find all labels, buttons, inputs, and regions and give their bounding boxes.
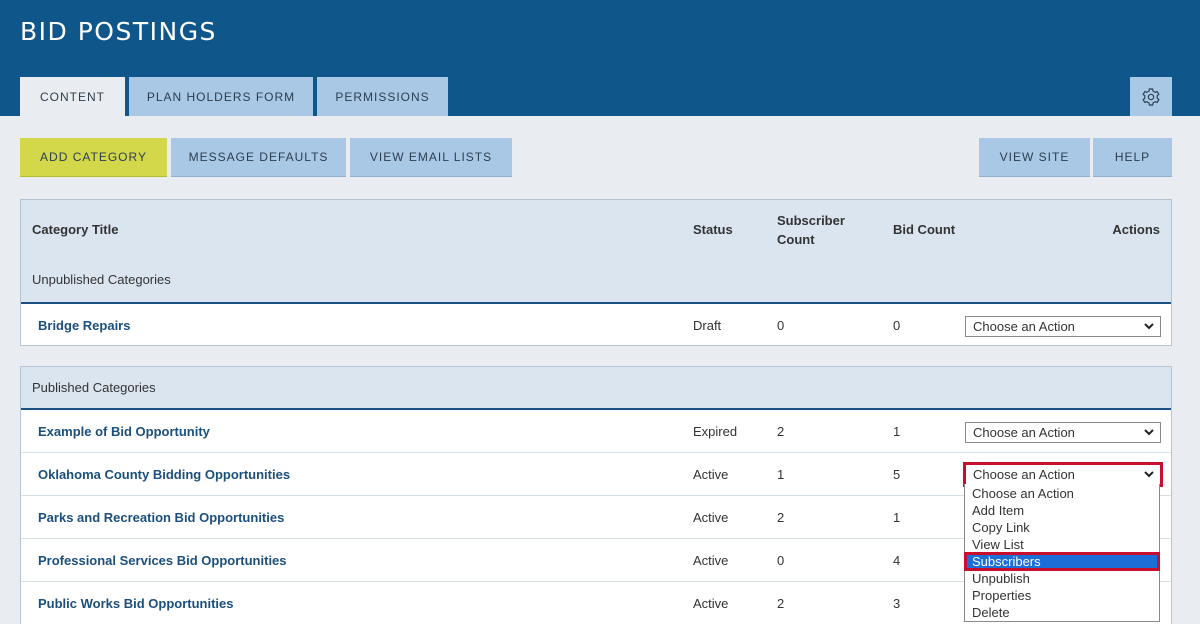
subscriber-count-cell: 1: [777, 467, 785, 482]
status-cell: Expired: [693, 424, 738, 439]
gear-icon: [1142, 87, 1160, 106]
tab-permissions[interactable]: PERMISSIONS: [317, 77, 448, 116]
chevron-down-icon: [1144, 471, 1154, 478]
action-option-subscribers[interactable]: Subscribers: [964, 552, 1160, 571]
status-cell: Active: [693, 596, 729, 611]
status-cell: Active: [693, 510, 729, 525]
action-select-value: Choose an Action: [973, 467, 1075, 482]
bid-count-cell: 3: [893, 596, 901, 611]
app-header: BID POSTINGS CONTENT PLAN HOLDERS FORM P…: [0, 0, 1200, 117]
table-header: Category Title Status Subscriber Count B…: [21, 200, 1171, 304]
column-header-title: Category Title: [32, 222, 119, 237]
message-defaults-button[interactable]: MESSAGE DEFAULTS: [171, 138, 346, 177]
subscriber-count-cell: 2: [777, 510, 785, 525]
published-section-label: Published Categories: [32, 380, 156, 395]
category-title-link[interactable]: Example of Bid Opportunity: [38, 410, 210, 453]
table-row: Bridge Repairs Draft 0 0 Choose an Actio…: [21, 304, 1171, 347]
status-cell: Active: [693, 467, 729, 482]
bid-count-cell: 5: [893, 467, 901, 482]
view-email-lists-button[interactable]: VIEW EMAIL LISTS: [350, 138, 512, 177]
subscriber-count-cell: 0: [777, 318, 785, 333]
bid-count-cell: 0: [893, 318, 901, 333]
column-header-bid-count: Bid Count: [893, 222, 956, 237]
table-row: Example of Bid Opportunity Expired 2 1 C…: [21, 410, 1171, 453]
help-button[interactable]: HELP: [1093, 138, 1172, 177]
unpublished-section-label: Unpublished Categories: [32, 272, 171, 287]
action-select-open[interactable]: Choose an Action: [963, 462, 1163, 487]
tab-plan-holders-form[interactable]: PLAN HOLDERS FORM: [129, 77, 313, 116]
page-title: BID POSTINGS: [20, 17, 217, 46]
unpublished-categories-table: Category Title Status Subscriber Count B…: [20, 199, 1172, 346]
subscriber-count-cell: 0: [777, 553, 785, 568]
column-header-status: Status: [693, 222, 733, 237]
category-title-link[interactable]: Oklahoma County Bidding Opportunities: [38, 453, 290, 496]
status-cell: Draft: [693, 318, 722, 333]
action-select-value: Choose an Action: [973, 425, 1075, 440]
add-category-button[interactable]: ADD CATEGORY: [20, 138, 167, 177]
action-select[interactable]: Choose an Action: [965, 422, 1161, 443]
category-title-link[interactable]: Public Works Bid Opportunities: [38, 582, 234, 624]
subscriber-count-cell: 2: [777, 424, 785, 439]
status-cell: Active: [693, 553, 729, 568]
action-option-add-item[interactable]: Add Item: [965, 502, 1159, 519]
column-header-subscriber-count: Subscriber Count: [777, 213, 845, 247]
category-title-link[interactable]: Professional Services Bid Opportunities: [38, 539, 287, 582]
action-option-unpublish[interactable]: Unpublish: [965, 570, 1159, 587]
bid-count-cell: 1: [893, 510, 901, 525]
tab-content[interactable]: CONTENT: [20, 77, 125, 117]
category-title-link[interactable]: Parks and Recreation Bid Opportunities: [38, 496, 284, 539]
action-select[interactable]: Choose an Action: [965, 316, 1161, 337]
category-title-link[interactable]: Bridge Repairs: [38, 304, 130, 347]
bid-count-cell: 1: [893, 424, 901, 439]
chevron-down-icon: [1144, 429, 1154, 436]
action-option-delete[interactable]: Delete: [965, 604, 1159, 621]
settings-button[interactable]: [1130, 77, 1172, 116]
view-site-button[interactable]: VIEW SITE: [979, 138, 1090, 177]
action-option-choose[interactable]: Choose an Action: [965, 485, 1159, 502]
chevron-down-icon: [1144, 323, 1154, 330]
bid-count-cell: 4: [893, 553, 901, 568]
column-header-actions: Actions: [1112, 222, 1160, 237]
action-option-properties[interactable]: Properties: [965, 587, 1159, 604]
action-dropdown-menu: Choose an Action Add Item Copy Link View…: [964, 484, 1160, 622]
action-option-copy-link[interactable]: Copy Link: [965, 519, 1159, 536]
subscriber-count-cell: 2: [777, 596, 785, 611]
published-section-header: Published Categories: [21, 367, 1171, 410]
action-select-value: Choose an Action: [973, 319, 1075, 334]
action-option-view-list[interactable]: View List: [965, 536, 1159, 553]
